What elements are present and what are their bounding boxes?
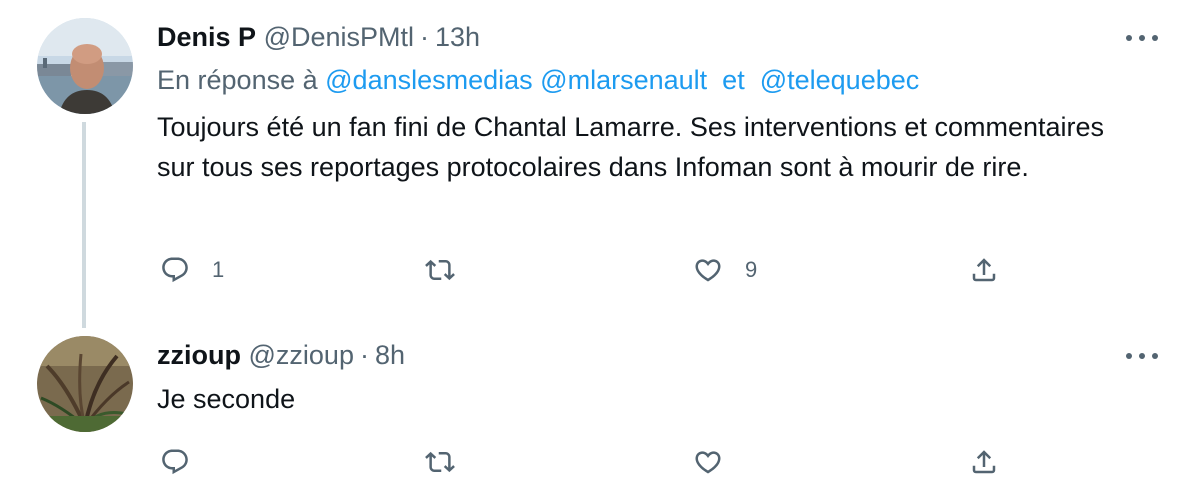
reply-icon [162, 257, 188, 283]
mention-joiner: et [722, 65, 745, 95]
author-handle[interactable]: @DenisPMtl [264, 22, 414, 52]
retweet-button[interactable] [425, 442, 477, 482]
separator-dot: · [420, 22, 430, 52]
avatar-photo-icon [37, 18, 133, 114]
action-bar: 1 9 [0, 250, 1196, 290]
share-icon [972, 450, 996, 474]
mention-link[interactable]: @telequebec [760, 65, 920, 95]
like-icon [695, 259, 721, 282]
more-icon [1126, 35, 1158, 41]
tweet-text: Je seconde [157, 384, 296, 414]
author-name[interactable]: zzioup [157, 340, 241, 370]
author-name[interactable]: Denis P [157, 22, 256, 52]
like-icon [695, 451, 721, 474]
like-button[interactable] [693, 442, 745, 482]
reply-context: En réponse à @danslesmedias @mlarsenault… [157, 63, 919, 97]
share-button[interactable] [969, 250, 999, 290]
retweet-icon [425, 451, 455, 473]
reply-icon [162, 449, 188, 475]
tweet[interactable]: zzioup @zzioup · 8h Je seconde [0, 330, 1196, 502]
more-button[interactable] [1122, 18, 1162, 58]
avatar-photo-icon [37, 336, 133, 432]
mention-link[interactable]: @mlarsenault [540, 65, 707, 95]
reply-prefix: En réponse à [157, 65, 318, 95]
like-button[interactable]: 9 [693, 250, 757, 290]
mention-link[interactable]: @danslesmedias [325, 65, 533, 95]
tweet-header: zzioup @zzioup · 8h [157, 338, 405, 372]
thread-line [82, 122, 86, 328]
reply-count: 1 [212, 257, 225, 282]
reply-button[interactable]: 1 [160, 250, 224, 290]
avatar[interactable] [37, 18, 133, 114]
tweet[interactable]: Denis P @DenisPMtl · 13h En réponse à @dan… [0, 0, 1196, 330]
tweet-header: Denis P @DenisPMtl · 13h [157, 20, 480, 54]
avatar[interactable] [37, 336, 133, 432]
retweet-icon [425, 259, 455, 281]
like-count: 9 [745, 257, 758, 282]
action-bar [0, 442, 1196, 482]
retweet-button[interactable] [425, 250, 477, 290]
separator-dot: · [359, 340, 369, 370]
more-icon [1126, 353, 1158, 359]
reply-button[interactable] [160, 442, 212, 482]
tweet-text: Toujours été un fan fini de Chantal Lama… [157, 112, 1105, 182]
timestamp[interactable]: 13h [435, 22, 480, 52]
share-icon [972, 258, 996, 282]
share-button[interactable] [969, 442, 999, 482]
author-handle[interactable]: @zzioup [249, 340, 354, 370]
more-button[interactable] [1122, 336, 1162, 376]
timestamp[interactable]: 8h [375, 340, 405, 370]
